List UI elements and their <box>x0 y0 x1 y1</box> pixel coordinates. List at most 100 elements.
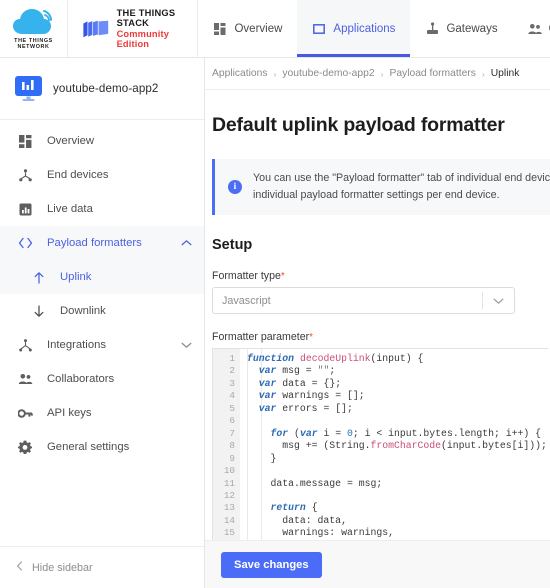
sidebar-app-header[interactable]: youtube-demo-app2 <box>0 58 204 120</box>
breadcrumb-item-applications[interactable]: Applications <box>212 68 268 79</box>
cloud-wifi-icon <box>12 8 52 34</box>
setup-heading: Setup <box>212 237 253 253</box>
info-icon: i <box>228 180 242 194</box>
sidebar-item-payload-formatters[interactable]: Payload formatters <box>0 226 204 260</box>
grid-icon <box>16 133 34 149</box>
code-editor-gutter: 1 2 3 4 5 6 7 8 9 10 11 12 13 14 15 <box>213 349 240 543</box>
sidebar-app-name: youtube-demo-app2 <box>53 82 159 95</box>
line-number: 15 <box>223 527 235 539</box>
formatter-type-value: Javascript <box>222 294 271 307</box>
breadcrumb-item-payload-formatters[interactable]: Payload formatters <box>389 68 475 79</box>
code-brackets-icon <box>16 235 34 251</box>
tab-applications[interactable]: Applications <box>297 0 411 57</box>
app-monitor-icon <box>15 75 42 101</box>
key-icon <box>16 405 34 421</box>
form-footer: Save changes <box>205 540 550 588</box>
required-asterisk: * <box>280 271 285 282</box>
code-line: var msg = ""; <box>258 365 336 377</box>
sidebar-item-end-devices[interactable]: End devices <box>0 158 204 192</box>
code-line: function decodeUplink(input) { <box>247 353 424 364</box>
people-icon <box>527 22 542 36</box>
sidebar-item-label: End devices <box>47 169 109 181</box>
hide-sidebar-button[interactable]: Hide sidebar <box>0 546 204 588</box>
line-number: 6 <box>229 415 235 427</box>
info-notice: i You can use the "Payload formatter" ta… <box>212 159 550 215</box>
chevron-up-icon[interactable] <box>181 239 192 247</box>
tab-organizations[interactable]: Organizations <box>513 0 550 57</box>
sidebar-item-label: Payload formatters <box>47 237 142 249</box>
breadcrumb: Applications › youtube-demo-app2 › Paylo… <box>205 58 550 90</box>
sidebar-item-integrations[interactable]: Integrations <box>0 328 204 362</box>
line-number: 12 <box>223 489 235 501</box>
sidebar: youtube-demo-app2 Overview End devices L <box>0 58 205 588</box>
code-line: var data = {}; <box>258 377 342 389</box>
devices-icon <box>16 167 34 183</box>
arrow-down-icon <box>30 303 48 319</box>
chevron-down-icon[interactable] <box>181 341 192 349</box>
application-root: THE THINGS NETWORK THE THINGS STACK Comm… <box>0 0 550 588</box>
line-number: 10 <box>223 465 235 477</box>
breadcrumb-item-current: Uplink <box>490 68 520 79</box>
tab-gateways-label: Gateways <box>446 22 498 35</box>
line-number: 8 <box>229 440 235 452</box>
stack-pages-icon <box>83 20 109 37</box>
stack-wordmark: THE THINGS STACK Community Edition <box>117 8 182 50</box>
gateway-icon <box>425 22 439 36</box>
ttn-logo-line2: NETWORK <box>17 44 50 51</box>
code-line: warnings: warnings, <box>247 527 394 539</box>
main-content: Applications › youtube-demo-app2 › Paylo… <box>205 58 550 588</box>
line-number: 5 <box>229 402 235 414</box>
info-notice-line1: You can use the "Payload formatter" tab … <box>253 172 550 184</box>
save-changes-button[interactable]: Save changes <box>221 552 322 578</box>
code-editor[interactable]: 1 2 3 4 5 6 7 8 9 10 11 12 13 14 15 func… <box>212 348 548 544</box>
square-outline-icon <box>312 22 326 36</box>
line-number: 4 <box>229 390 235 402</box>
page-title: Default uplink payload formatter <box>212 114 505 136</box>
line-number: 11 <box>223 477 235 489</box>
code-editor-text[interactable]: function decodeUplink(input) { var msg =… <box>240 349 548 543</box>
breadcrumb-item-app[interactable]: youtube-demo-app2 <box>282 68 374 79</box>
chevron-left-icon <box>16 561 23 574</box>
line-number: 13 <box>223 502 235 514</box>
info-notice-line2: individual payload formatter settings pe… <box>253 189 500 201</box>
line-number: 9 <box>229 452 235 464</box>
sidebar-item-api-keys[interactable]: API keys <box>0 396 204 430</box>
code-line: return { <box>270 502 318 514</box>
things-stack-brand[interactable]: THE THINGS STACK Community Edition <box>68 0 199 57</box>
top-nav-tabs: Overview Applications Gateways Organizat… <box>198 0 550 57</box>
line-number: 14 <box>223 514 235 526</box>
gear-icon <box>16 439 34 455</box>
sidebar-item-downlink[interactable]: Downlink <box>0 294 204 328</box>
tab-gateways[interactable]: Gateways <box>410 0 512 57</box>
line-number: 7 <box>229 427 235 439</box>
grid-icon <box>213 22 227 36</box>
sidebar-item-collaborators[interactable]: Collaborators <box>0 362 204 396</box>
tab-overview-label: Overview <box>234 22 283 35</box>
stack-title-line1: THE THINGS STACK <box>116 7 176 29</box>
integrations-icon <box>16 337 34 353</box>
info-notice-text: You can use the "Payload formatter" tab … <box>253 170 550 204</box>
sidebar-item-label: Uplink <box>60 271 92 283</box>
line-number: 3 <box>229 377 235 389</box>
sidebar-item-label: General settings <box>47 441 130 453</box>
formatter-type-select[interactable]: Javascript <box>212 287 515 314</box>
chart-icon <box>16 201 34 217</box>
sidebar-item-general-settings[interactable]: General settings <box>0 430 204 464</box>
people-icon <box>16 371 34 387</box>
required-asterisk: * <box>309 332 314 343</box>
the-things-network-logo[interactable]: THE THINGS NETWORK <box>0 0 68 57</box>
sidebar-item-overview[interactable]: Overview <box>0 124 204 158</box>
formatter-type-label: Formatter type* <box>205 253 550 287</box>
sidebar-item-uplink[interactable]: Uplink <box>0 260 204 294</box>
code-line: data: data, <box>247 514 347 526</box>
chevron-down-icon[interactable] <box>483 297 514 305</box>
ttn-cloud-logo-icon: THE THINGS NETWORK <box>11 7 57 51</box>
sidebar-nav-list: Overview End devices Live data Payload f… <box>0 120 204 464</box>
ttn-logo-line1: THE THINGS <box>14 37 53 44</box>
breadcrumb-separator: › <box>380 68 384 79</box>
tab-overview[interactable]: Overview <box>198 0 297 57</box>
sidebar-item-live-data[interactable]: Live data <box>0 192 204 226</box>
